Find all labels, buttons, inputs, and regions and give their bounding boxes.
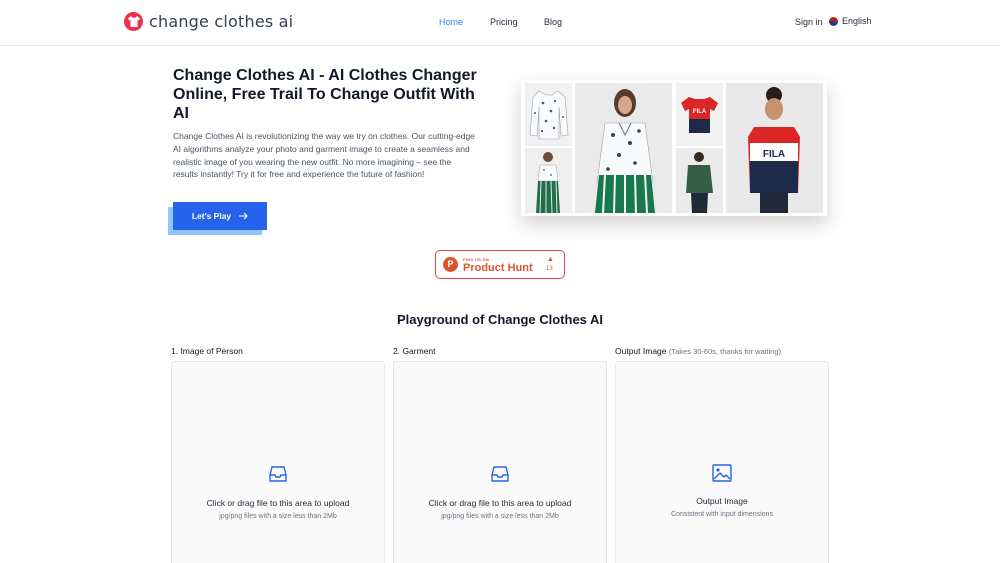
- nav-blog[interactable]: Blog: [544, 17, 562, 27]
- fila-tshirt-image: FILA: [676, 83, 723, 146]
- output-title: Output Image: [696, 496, 748, 506]
- inbox-upload-icon: [491, 466, 509, 482]
- person-upload-dropzone[interactable]: Click or drag file to this area to uploa…: [171, 361, 385, 563]
- output-image-panel: Output Image Consistent with input dimen…: [615, 361, 829, 563]
- upvote-triangle-icon: ▲: [547, 256, 554, 263]
- shirt-logo-icon: [124, 12, 143, 31]
- model-large-image: [575, 83, 672, 213]
- model-small-image: [525, 148, 572, 213]
- hero-description: Change Clothes AI is revolutionizing the…: [173, 131, 475, 180]
- upvote-count: 13: [546, 266, 553, 272]
- picture-icon: [712, 464, 732, 482]
- output-hint: Consistent with input dimensions: [671, 511, 773, 518]
- us-flag-icon: [829, 16, 838, 26]
- product-hunt-name: Product Hunt: [463, 262, 533, 274]
- nav-home[interactable]: Home: [439, 17, 463, 27]
- model-fila-image: FILA: [726, 83, 823, 213]
- product-hunt-badge[interactable]: P FIND US ON Product Hunt ▲ 13: [435, 250, 565, 279]
- hero-title: Change Clothes AI - AI Clothes Changer O…: [173, 67, 477, 122]
- garment-upload-text: Click or drag file to this area to uploa…: [428, 498, 572, 508]
- product-hunt-logo-icon: P: [443, 257, 458, 272]
- output-column-label: Output Image (Takes 30-60s, thanks for w…: [615, 346, 781, 356]
- garment-upload-dropzone[interactable]: Click or drag file to this area to uploa…: [393, 361, 607, 563]
- arrow-right-icon: [239, 212, 248, 220]
- brand-name: change clothes ai: [149, 12, 294, 31]
- language-selector[interactable]: English: [829, 16, 872, 26]
- lets-play-button[interactable]: Let's Play: [173, 202, 267, 230]
- brand-logo[interactable]: change clothes ai: [124, 12, 293, 31]
- output-label-text: Output Image: [615, 346, 667, 356]
- nav-pricing[interactable]: Pricing: [490, 17, 518, 27]
- language-label: English: [842, 16, 872, 26]
- svg-text:FILA: FILA: [693, 109, 707, 115]
- blouse-garment-image: [525, 83, 572, 146]
- output-wait-note: (Takes 30-60s, thanks for waiting): [668, 347, 782, 356]
- model-sweater-image: [676, 148, 723, 213]
- inbox-upload-icon: [269, 466, 287, 482]
- person-upload-text: Click or drag file to this area to uploa…: [206, 498, 350, 508]
- sign-in-link[interactable]: Sign in: [795, 17, 823, 27]
- site-header: change clothes ai Home Pricing Blog Sign…: [0, 0, 1000, 46]
- person-column-label: 1. Image of Person: [171, 346, 243, 356]
- garment-column-label: 2. Garment: [393, 346, 436, 356]
- person-upload-hint: jpg/png files with a size less than 2Mb: [219, 513, 337, 520]
- playground-title: Playground of Change Clothes AI: [396, 312, 604, 327]
- garment-upload-hint: jpg/png files with a size less than 2Mb: [441, 513, 559, 520]
- hero-image-collage: FILA FILA: [521, 80, 827, 216]
- svg-text:FILA: FILA: [763, 149, 785, 160]
- play-button-label: Let's Play: [191, 211, 232, 221]
